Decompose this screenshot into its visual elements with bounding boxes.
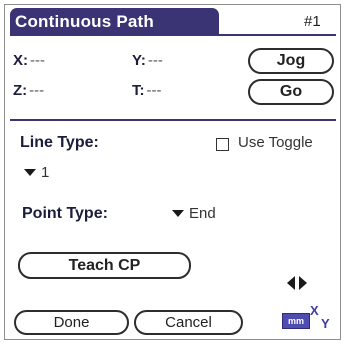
teach-cp-button[interactable]: Teach CP (18, 252, 191, 279)
z-coordinate: Z: --- (13, 82, 44, 99)
navigation-arrows (287, 276, 307, 290)
units-mm-icon[interactable]: mm (282, 313, 310, 329)
jog-button[interactable]: Jog (248, 48, 334, 74)
x-value: --- (30, 52, 45, 69)
z-value: --- (29, 82, 45, 99)
page-indicator: #1 (304, 13, 321, 30)
left-arrow-icon[interactable] (287, 276, 295, 290)
x-coordinate: X: --- (13, 52, 45, 69)
point-type-dropdown[interactable]: End (172, 205, 216, 222)
svg-text:Y: Y (321, 316, 330, 330)
xy-axes-icon[interactable]: X Y (309, 302, 335, 330)
line-type-value: 1 (41, 164, 50, 181)
line-type-dropdown[interactable]: 1 (24, 164, 49, 181)
point-type-value: End (189, 205, 216, 222)
line-type-label: Line Type: (20, 134, 99, 151)
t-coordinate: T: --- (132, 82, 162, 99)
point-type-label: Point Type: (22, 205, 108, 222)
svg-text:X: X (310, 303, 319, 318)
y-value: --- (147, 52, 163, 69)
right-arrow-icon[interactable] (299, 276, 307, 290)
y-label: Y: (132, 52, 146, 69)
title-underline (10, 34, 336, 36)
z-label: Z: (13, 82, 28, 99)
x-label: X: (13, 52, 28, 69)
cancel-button[interactable]: Cancel (134, 310, 243, 335)
use-toggle-label: Use Toggle (238, 134, 313, 151)
t-label: T: (132, 82, 145, 99)
go-button[interactable]: Go (248, 79, 334, 105)
use-toggle-checkbox[interactable] (216, 138, 229, 151)
t-value: --- (146, 82, 162, 99)
done-button[interactable]: Done (14, 310, 129, 335)
dropdown-arrow-icon (24, 169, 36, 176)
form-title: Continuous Path (15, 12, 154, 31)
section-divider (10, 119, 336, 121)
y-coordinate: Y: --- (132, 52, 163, 69)
dropdown-arrow-icon (172, 210, 184, 217)
